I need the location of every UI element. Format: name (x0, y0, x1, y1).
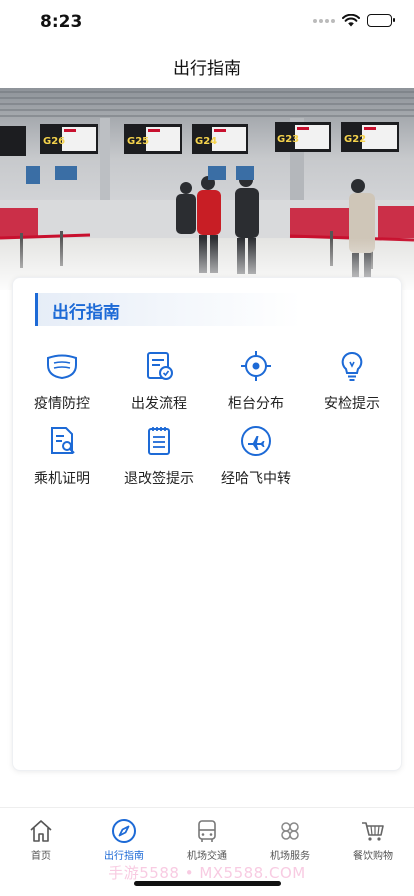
tab-label: 首页 (31, 851, 51, 862)
grid-item-departure-process[interactable]: 出发流程 (111, 349, 207, 419)
grid-item-harbin-transfer[interactable]: 经哈飞中转 (208, 424, 304, 494)
section-header-accent (35, 293, 38, 326)
grid-label: 疫情防控 (34, 396, 90, 412)
tab-label: 餐饮购物 (353, 851, 393, 862)
section-header: 出行指南 (35, 293, 301, 326)
departure-process-icon (147, 352, 173, 380)
location-target-icon (241, 351, 271, 381)
gate-sign-g22: G22 (344, 134, 366, 145)
tab-airport-transport[interactable]: 机场交通 (166, 818, 248, 862)
gate-sign-g25: G25 (127, 136, 149, 147)
face-mask-icon (47, 354, 77, 380)
notepad-icon (148, 427, 170, 455)
page-title: 出行指南 (173, 59, 241, 79)
compass-icon (112, 819, 136, 843)
status-icons (313, 14, 395, 27)
gate-sign-g23: G23 (277, 134, 299, 145)
wifi-icon (342, 14, 360, 27)
tab-label: 出行指南 (104, 851, 144, 862)
grid-item-boarding-certificate[interactable]: 乘机证明 (14, 424, 110, 494)
grid-item-refund-change-tips[interactable]: 退改签提示 (111, 424, 207, 494)
status-bar: 8:23 (0, 0, 414, 44)
services-icon (281, 822, 299, 840)
gate-sign-g24: G24 (195, 136, 217, 147)
status-time: 8:23 (40, 12, 83, 32)
bus-icon (198, 820, 216, 842)
tab-airport-services[interactable]: 机场服务 (249, 818, 331, 862)
section-title: 出行指南 (52, 303, 120, 323)
grid-label: 安检提示 (324, 396, 380, 412)
gate-sign-g26: G26 (43, 136, 65, 147)
grid-label: 出发流程 (131, 396, 187, 412)
home-indicator (134, 881, 281, 886)
tab-home[interactable]: 首页 (0, 818, 82, 862)
lightbulb-icon (341, 351, 363, 381)
travel-guide-card: 出行指南 疫情防控 出发流程 柜台分布 安检提示 乘机证明 退改签提示 经哈飞中… (12, 277, 402, 771)
battery-icon (367, 14, 395, 27)
document-certificate-icon (51, 427, 75, 454)
tab-travel-guide[interactable]: 出行指南 (83, 818, 165, 862)
grid-item-epidemic-prevention[interactable]: 疫情防控 (14, 349, 110, 419)
grid-item-counter-distribution[interactable]: 柜台分布 (208, 349, 304, 419)
grid-label: 柜台分布 (228, 396, 284, 412)
tab-dining-shopping[interactable]: 餐饮购物 (332, 818, 414, 862)
grid-item-security-tips[interactable]: 安检提示 (304, 349, 400, 419)
tab-label: 机场交通 (187, 851, 227, 862)
home-icon (30, 820, 52, 842)
grid-label: 经哈飞中转 (221, 471, 291, 487)
grid-label: 乘机证明 (34, 471, 90, 487)
airport-banner-image: G26 G25 G24 G23 G22 (0, 88, 414, 290)
watermark-text: 手游5588 • MX5588.COM (108, 864, 306, 882)
airplane-icon (241, 426, 271, 456)
tab-label: 机场服务 (270, 851, 310, 862)
grid-label: 退改签提示 (124, 471, 194, 487)
shopping-cart-icon (362, 822, 384, 841)
cellular-signal-icon (313, 18, 335, 23)
